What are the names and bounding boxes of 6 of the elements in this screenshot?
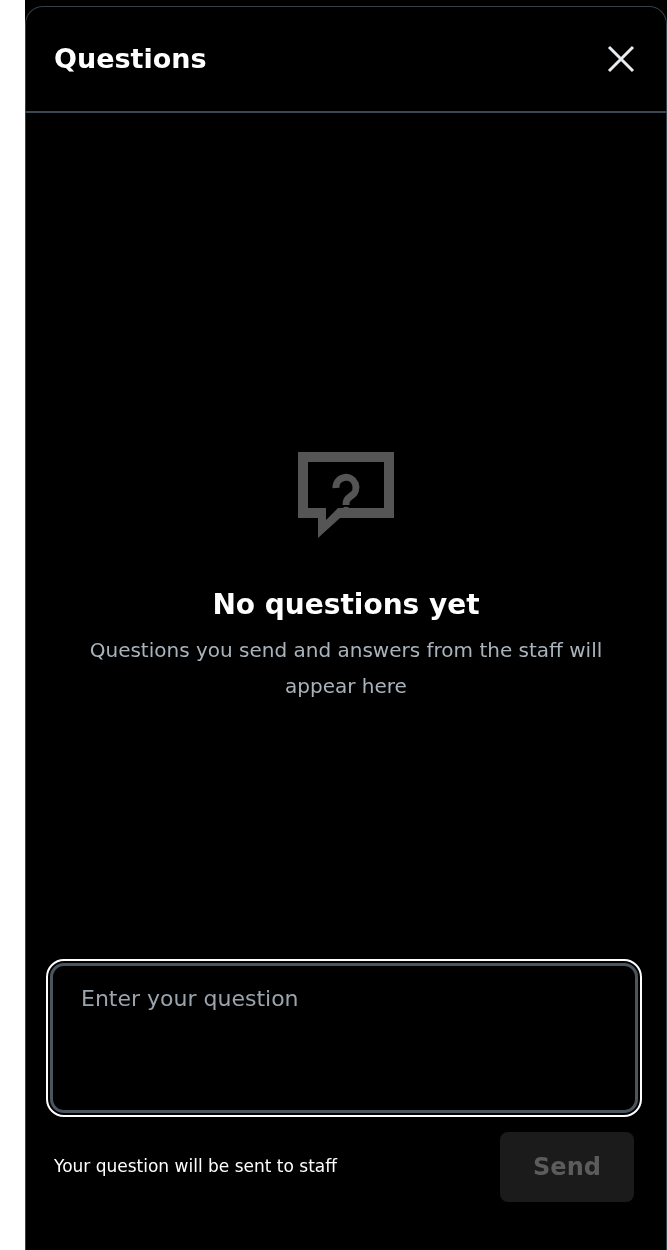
close-icon [606, 44, 636, 74]
empty-state-message: Questions you send and answers from the staff will appear here [88, 636, 604, 700]
empty-state-title: No questions yet [212, 588, 480, 622]
question-bubble-icon [298, 452, 394, 541]
footer-note: Your question will be sent to staff [54, 1155, 337, 1179]
panel-title: Questions [54, 42, 207, 76]
